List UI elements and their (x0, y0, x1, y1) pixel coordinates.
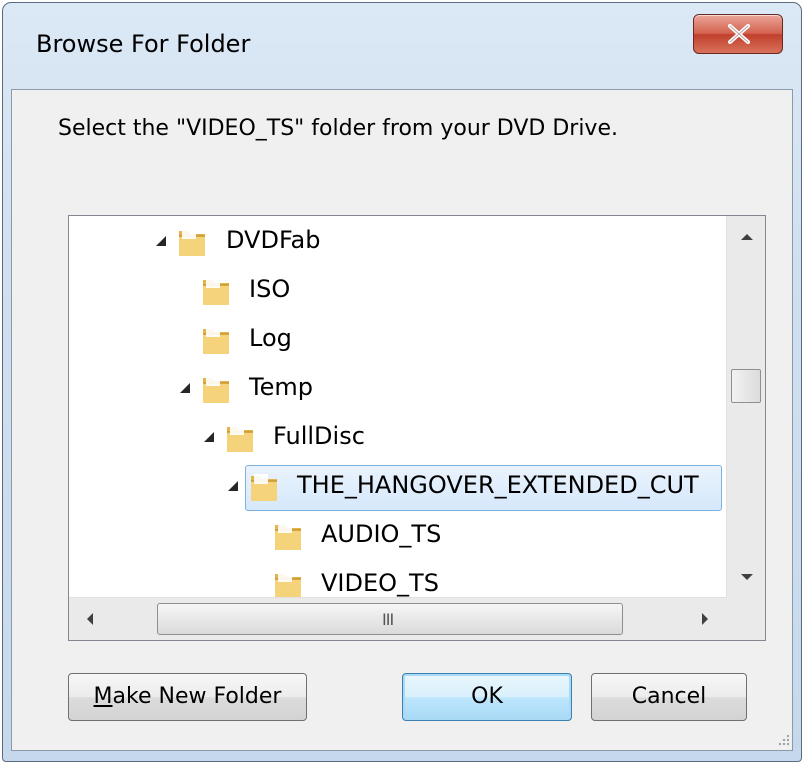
window-title: Browse For Folder (36, 30, 251, 58)
accelerator-key: M (93, 684, 113, 709)
folder-icon (251, 474, 277, 501)
scroll-grip: III (382, 610, 394, 629)
folder-icon (203, 327, 229, 354)
expanded-arrow-icon[interactable] (204, 432, 214, 442)
scroll-right-arrow-icon[interactable] (702, 613, 708, 625)
instruction-text: Select the "VIDEO_TS" folder from your D… (58, 116, 618, 141)
folder-icon (179, 229, 205, 256)
ok-button[interactable]: OK (402, 673, 572, 721)
cancel-button[interactable]: Cancel (591, 673, 747, 721)
folder-tree[interactable]: DVDFab ISO Log Temp FullDisc THE_HANGOVE… (68, 215, 766, 641)
tree-item-label[interactable]: AUDIO_TS (321, 520, 441, 548)
button-label: ake New Folder (112, 684, 282, 709)
folder-icon (227, 425, 253, 452)
tree-item-label[interactable]: Temp (249, 373, 313, 401)
scroll-down-arrow-icon[interactable] (741, 574, 753, 580)
browse-for-folder-dialog: Browse For Folder Select the "VIDEO_TS" … (2, 2, 802, 762)
title-bar[interactable]: Browse For Folder (3, 3, 801, 89)
make-new-folder-button[interactable]: Make New Folder (68, 673, 307, 721)
expanded-arrow-icon[interactable] (180, 383, 190, 393)
vertical-scroll-thumb[interactable] (731, 369, 761, 403)
tree-item-label-selected[interactable]: THE_HANGOVER_EXTENDED_CUT (297, 471, 699, 499)
horizontal-scroll-thumb[interactable]: III (157, 603, 623, 635)
tree-item-label[interactable]: ISO (249, 275, 290, 303)
close-icon (728, 24, 750, 44)
tree-item-label[interactable]: Log (249, 324, 292, 352)
tree-item-label[interactable]: DVDFab (226, 226, 321, 254)
scroll-left-arrow-icon[interactable] (87, 613, 93, 625)
folder-icon (203, 278, 229, 305)
tree-item-label[interactable]: VIDEO_TS (321, 569, 439, 597)
scroll-up-arrow-icon[interactable] (741, 234, 753, 240)
folder-icon (203, 376, 229, 403)
vertical-scrollbar[interactable] (726, 216, 765, 597)
horizontal-scrollbar[interactable]: III (69, 597, 726, 640)
close-button[interactable] (693, 14, 783, 54)
expanded-arrow-icon[interactable] (156, 236, 166, 246)
scrollbar-corner (726, 597, 765, 640)
expanded-arrow-icon[interactable] (228, 481, 238, 491)
resize-grip-icon[interactable] (775, 731, 791, 747)
tree-item-label[interactable]: FullDisc (273, 422, 365, 450)
folder-icon (275, 523, 301, 550)
